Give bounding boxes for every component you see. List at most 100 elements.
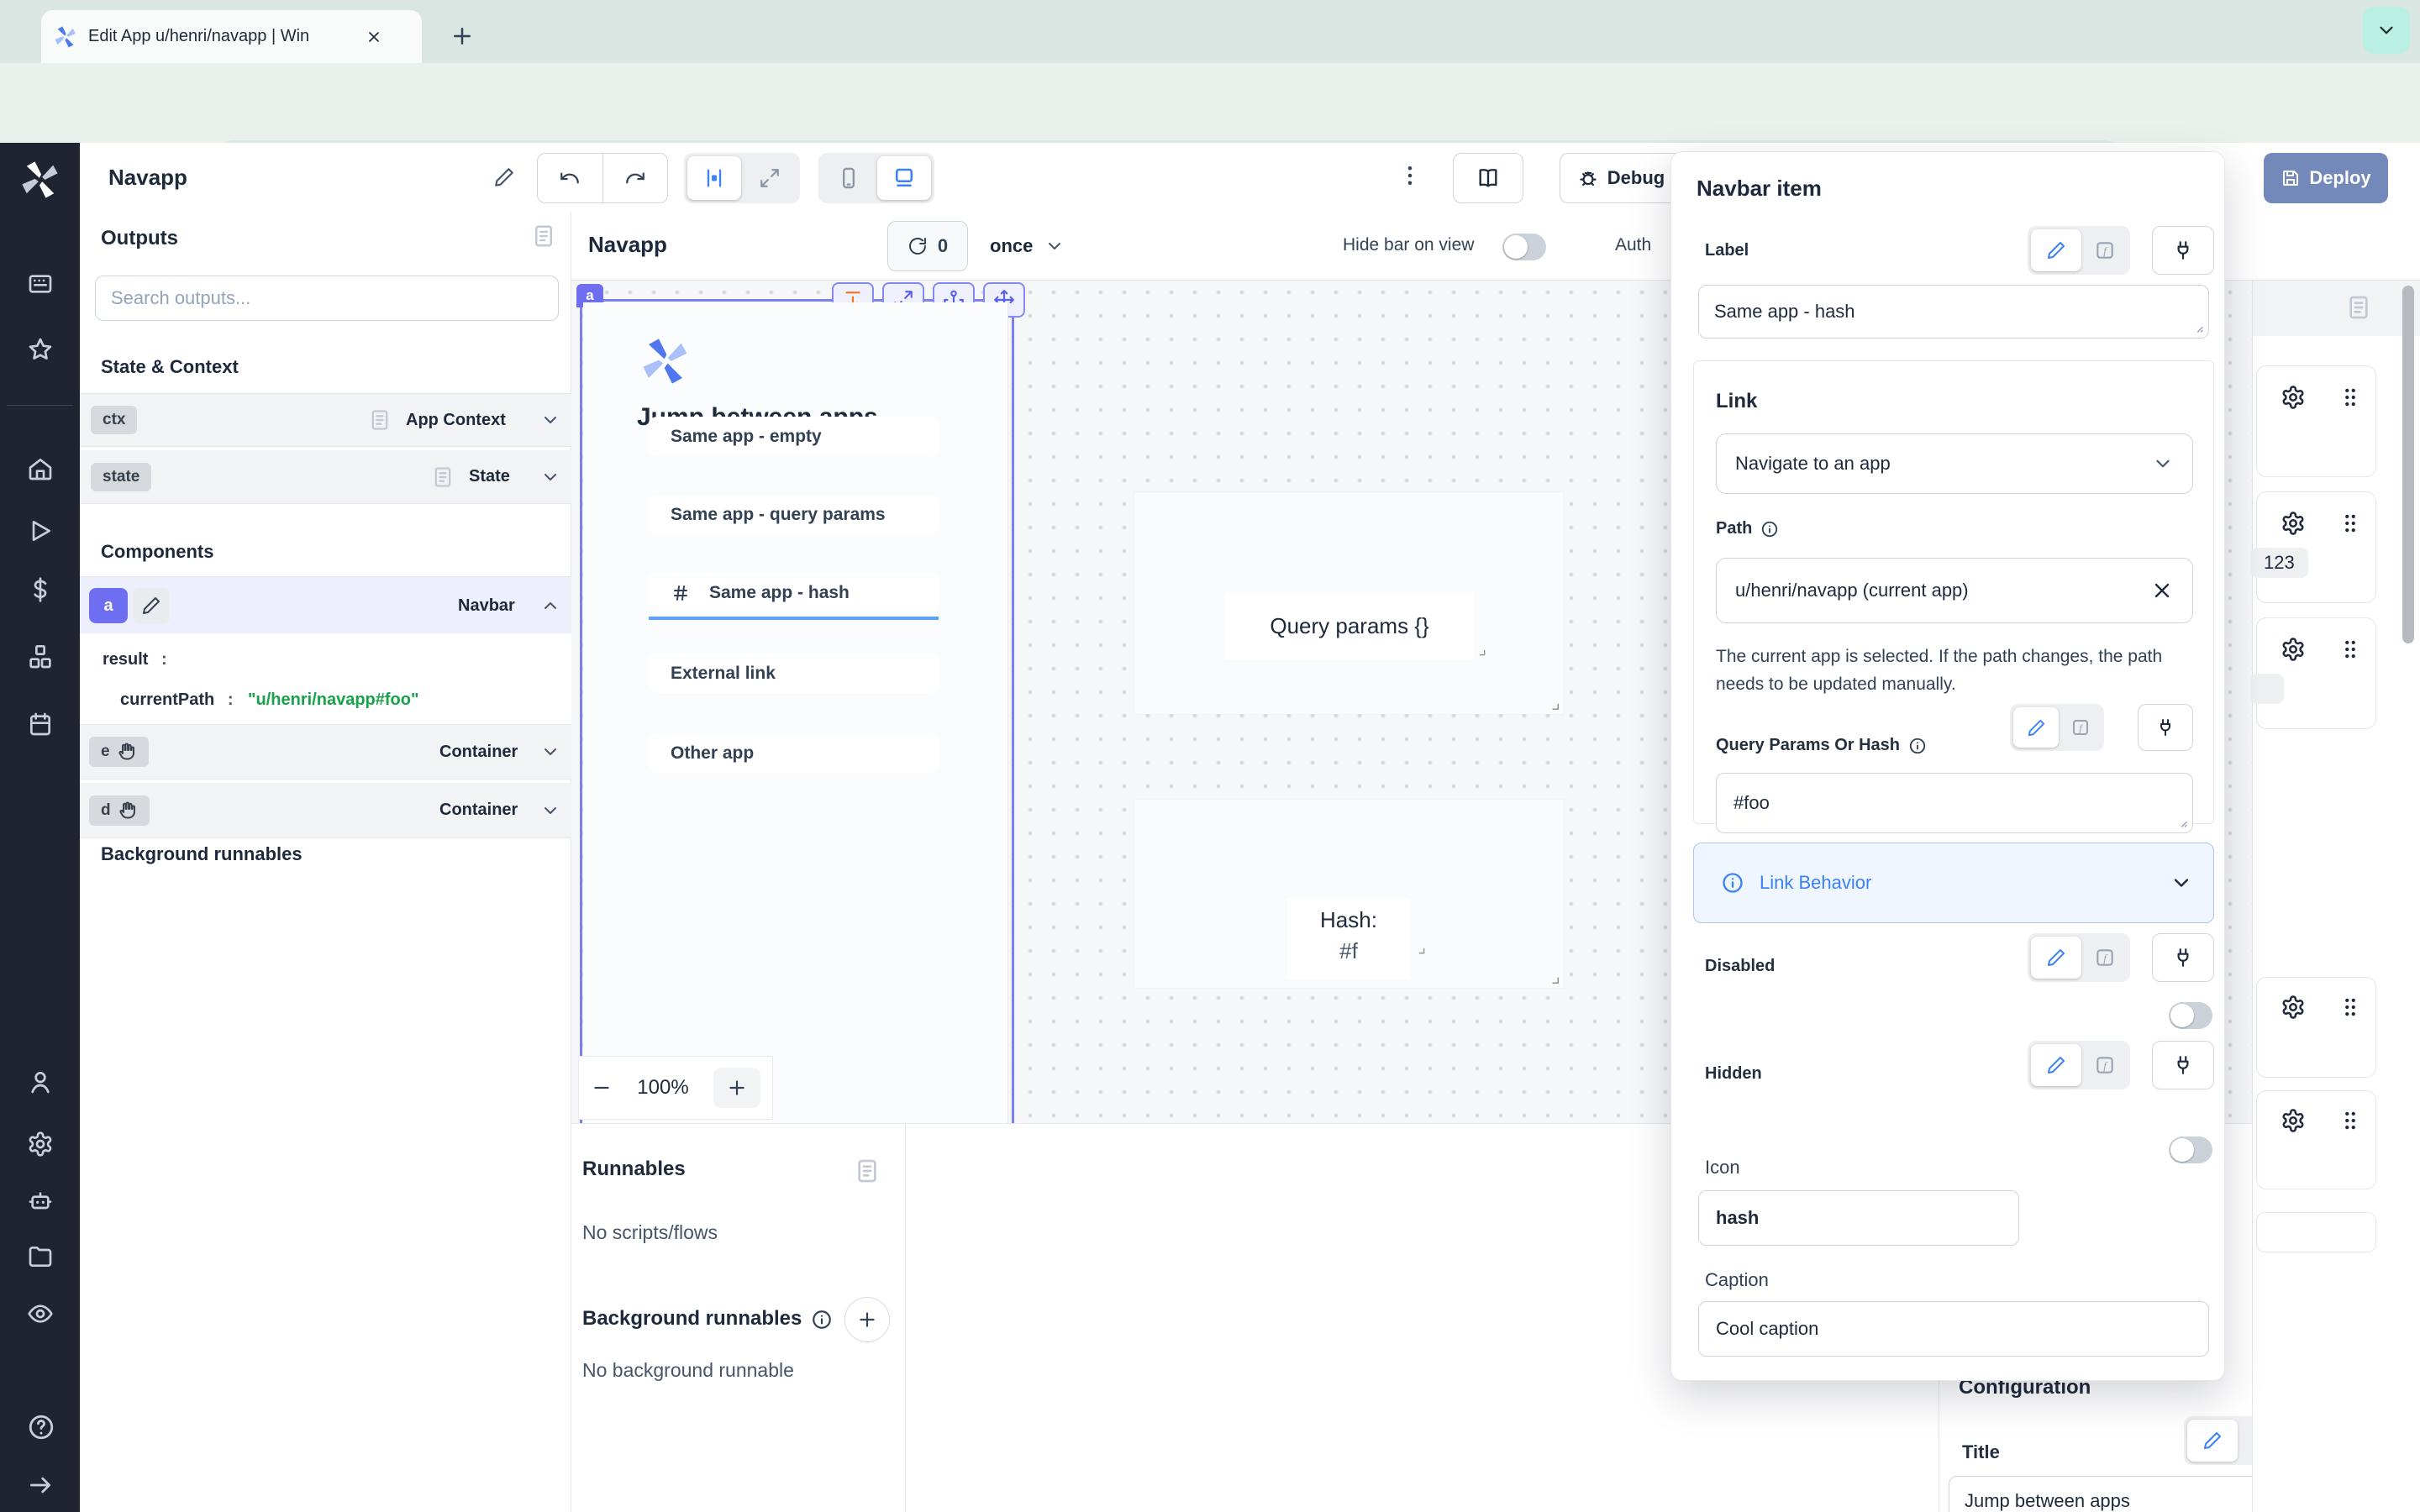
card-drag-handle-icon[interactable] [2338,637,2363,662]
hidden-toggle[interactable] [2169,1137,2212,1163]
zoom-out-icon[interactable] [591,1077,613,1099]
navbar-preview[interactable]: Jump between apps Same app - empty Same … [583,302,1008,1123]
new-tab-button[interactable] [450,24,475,49]
query-textarea[interactable]: #foo [1716,773,2193,833]
ctx-row[interactable]: ctx App Context [80,393,571,447]
runs-icon[interactable] [27,517,54,544]
nav-item-external-link[interactable]: External link [649,654,939,693]
desktop-view-icon[interactable] [877,156,931,200]
static-pencil-icon[interactable] [2031,229,2081,271]
connect-plug-icon[interactable] [2138,704,2193,751]
link-behavior-collapsible[interactable]: Link Behavior [1693,843,2214,923]
disabled-toggle[interactable] [2169,1002,2212,1029]
workers-bot-icon[interactable] [27,1188,54,1215]
label-textarea[interactable]: Same app - hash [1698,285,2209,339]
favorites-star-icon[interactable] [27,336,54,363]
static-pencil-icon[interactable] [2013,707,2059,748]
fullwidth-icon[interactable] [743,156,797,200]
deploy-button[interactable]: Deploy [2264,153,2388,203]
card-settings-gear-icon[interactable] [2281,511,2306,536]
chevron-down-icon[interactable] [540,801,560,821]
hide-bar-toggle[interactable] [1502,234,1546,260]
edit-title-pencil-icon[interactable] [493,166,515,188]
function-icon[interactable]: f [2083,1044,2127,1086]
card-settings-gear-icon[interactable] [2281,995,2306,1020]
outputs-doc-icon[interactable] [531,223,556,249]
static-pencil-icon[interactable] [2187,1420,2238,1462]
card-settings-gear-icon[interactable] [2281,385,2306,410]
docs-button[interactable] [1453,153,1523,203]
doc-icon[interactable] [368,408,392,432]
collapse-arrow-icon[interactable] [27,1472,54,1499]
add-background-runnable-button[interactable] [844,1297,890,1342]
icon-input[interactable]: hash [1698,1190,2019,1246]
edit-id-pencil-icon[interactable] [133,588,170,623]
card-drag-handle-icon[interactable] [2338,385,2363,410]
chevron-down-icon[interactable] [540,742,560,762]
chevron-up-icon[interactable] [540,596,560,616]
function-icon[interactable]: f [2083,229,2127,271]
zoom-in-icon[interactable] [713,1068,760,1108]
doc-icon[interactable] [431,465,455,489]
users-icon[interactable] [27,1068,54,1095]
component-card[interactable]: 123 [2256,491,2376,603]
query-params-container[interactable]: Query params {} [1134,492,1563,714]
textarea-resize-icon[interactable] [2190,319,2205,334]
connect-plug-icon[interactable] [2152,226,2214,275]
redo-icon[interactable] [603,154,668,202]
component-card[interactable] [2256,617,2376,729]
hash-container[interactable]: Hash: #f [1134,800,1563,988]
function-icon[interactable]: f [2083,937,2127,979]
folders-icon[interactable] [27,1243,54,1270]
windmill-logo[interactable] [18,158,62,202]
nav-item-query-params[interactable]: Same app - query params [649,495,939,534]
book-icon[interactable] [2345,294,2372,321]
card-settings-gear-icon[interactable] [2281,637,2306,662]
static-pencil-icon[interactable] [2031,937,2081,979]
tab-search-button[interactable] [2363,7,2410,54]
undo-icon[interactable] [538,154,603,202]
schedules-icon[interactable] [27,711,54,738]
debug-button[interactable]: Debug [1560,153,1682,203]
tab-close-icon[interactable] [366,29,382,45]
component-card[interactable] [2256,977,2376,1078]
card-drag-handle-icon[interactable] [2338,995,2363,1020]
resize-handle-icon[interactable] [1474,644,1487,658]
center-canvas-icon[interactable] [687,156,741,200]
container-e-row[interactable]: e Container [80,724,571,780]
apps-icon[interactable] [27,270,54,297]
clear-x-icon[interactable] [2150,579,2174,602]
more-menu-icon[interactable] [1397,163,1423,188]
help-icon[interactable] [27,1413,55,1441]
chevron-down-icon[interactable] [540,410,560,430]
textarea-resize-icon[interactable] [2174,814,2189,829]
navbar-component-row[interactable]: a Navbar [80,576,571,634]
variables-icon[interactable] [27,576,54,603]
home-icon[interactable] [27,455,54,482]
card-settings-gear-icon[interactable] [2281,1108,2306,1133]
component-card[interactable] [2256,1090,2376,1189]
settings-gear-icon[interactable] [27,1131,54,1158]
path-input[interactable]: u/henri/navapp (current app) [1716,558,2193,623]
link-type-select[interactable]: Navigate to an app [1716,433,2193,494]
query-params-text[interactable]: Query params {} [1225,592,1474,659]
run-mode-select[interactable]: once [990,221,1065,271]
connect-plug-icon[interactable] [2152,933,2214,982]
resources-icon[interactable] [27,643,54,670]
card-drag-handle-icon[interactable] [2338,511,2363,536]
caption-input[interactable]: Cool caption [1698,1301,2209,1357]
connect-plug-icon[interactable] [2152,1041,2214,1089]
resize-handle-icon[interactable] [1413,942,1427,956]
runnables-doc-icon[interactable] [854,1158,881,1184]
mobile-view-icon[interactable] [822,156,876,200]
chevron-down-icon[interactable] [540,467,560,487]
component-card[interactable] [2256,365,2376,477]
search-outputs-input[interactable]: Search outputs... [95,276,559,321]
hash-text[interactable]: Hash: #f [1287,899,1410,979]
state-row[interactable]: state State [80,450,571,504]
nav-item-empty[interactable]: Same app - empty [649,417,939,456]
scrollbar-thumb[interactable] [2402,286,2414,643]
container-d-row[interactable]: d Container [80,783,571,838]
browser-tab[interactable]: Edit App u/henri/navapp | Win [41,10,422,63]
refresh-button[interactable]: 0 [887,221,968,271]
